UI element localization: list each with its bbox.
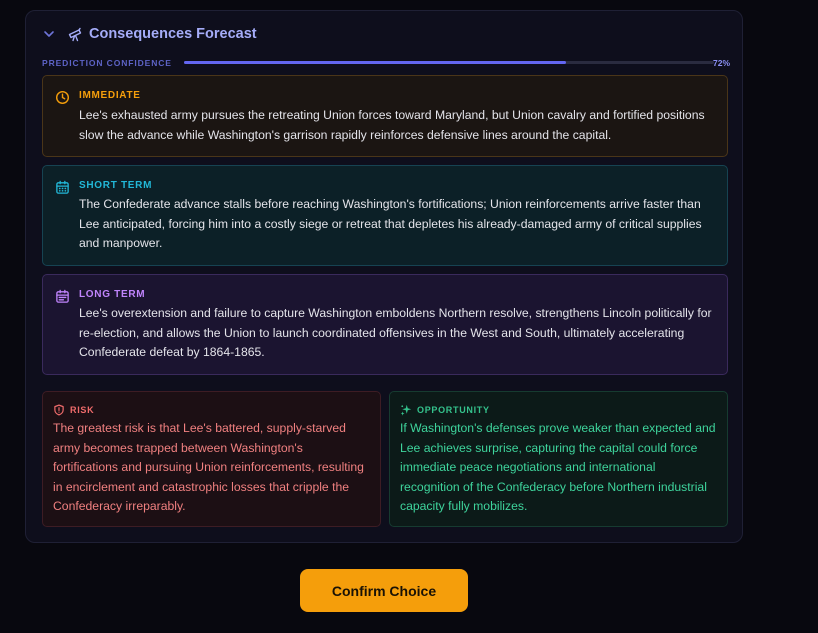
telescope-icon bbox=[67, 26, 83, 42]
consequences-forecast-panel: Consequences Forecast PREDICTION CONFIDE… bbox=[25, 10, 743, 543]
immediate-label: IMMEDIATE bbox=[79, 90, 141, 101]
calendar-icon bbox=[55, 180, 70, 195]
confidence-bar-fill bbox=[184, 61, 566, 64]
forecast-header[interactable]: Consequences Forecast bbox=[43, 25, 257, 43]
risk-text: The greatest risk is that Lee's battered… bbox=[53, 421, 364, 514]
chevron-down-icon[interactable] bbox=[43, 27, 57, 41]
short-term-card: SHORT TERM The Confederate advance stall… bbox=[42, 165, 728, 266]
long-term-text: Lee's overextension and failure to captu… bbox=[79, 306, 712, 360]
risk-card: RISK The greatest risk is that Lee's bat… bbox=[42, 391, 381, 527]
opportunity-header: OPPORTUNITY bbox=[400, 404, 490, 416]
long-term-label: LONG TERM bbox=[79, 289, 146, 300]
forecast-title: Consequences Forecast bbox=[89, 26, 257, 42]
short-term-text: The Confederate advance stalls before re… bbox=[79, 197, 702, 251]
immediate-text: Lee's exhausted army pursues the retreat… bbox=[79, 108, 705, 142]
clock-icon bbox=[55, 90, 70, 105]
short-term-label: SHORT TERM bbox=[79, 180, 153, 191]
immediate-card: IMMEDIATE Lee's exhausted army pursues t… bbox=[42, 75, 728, 157]
calendar-range-icon bbox=[55, 289, 70, 304]
risk-label: RISK bbox=[70, 405, 95, 415]
opportunity-label: OPPORTUNITY bbox=[417, 405, 490, 415]
sparkles-icon bbox=[400, 404, 412, 416]
confidence-label: PREDICTION CONFIDENCE bbox=[42, 58, 172, 68]
opportunity-text: If Washington's defenses prove weaker th… bbox=[400, 421, 716, 514]
shield-alert-icon bbox=[53, 404, 65, 416]
confidence-bar-track bbox=[184, 61, 714, 64]
risk-header: RISK bbox=[53, 404, 94, 416]
prediction-confidence: PREDICTION CONFIDENCE 72% bbox=[42, 57, 730, 69]
long-term-card: LONG TERM Lee's overextension and failur… bbox=[42, 274, 728, 375]
confidence-value: 72% bbox=[712, 58, 730, 68]
opportunity-card: OPPORTUNITY If Washington's defenses pro… bbox=[389, 391, 728, 527]
confirm-choice-button[interactable]: Confirm Choice bbox=[300, 569, 468, 612]
